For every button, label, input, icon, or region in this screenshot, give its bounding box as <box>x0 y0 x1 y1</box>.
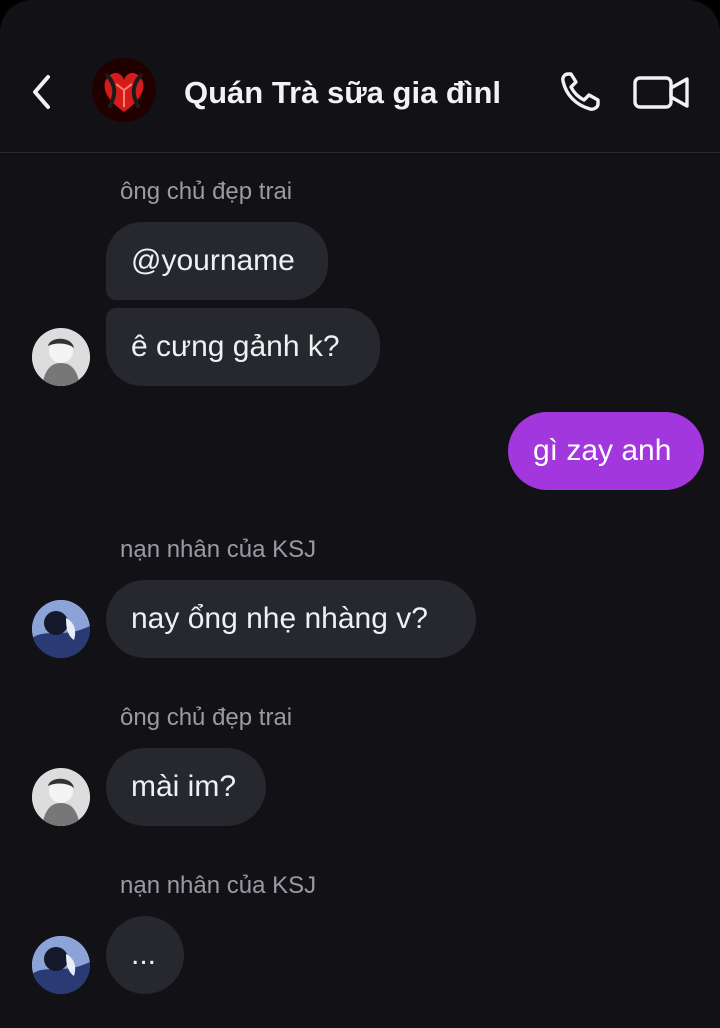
message-text: @yourname <box>131 244 295 277</box>
video-call-icon[interactable] <box>632 72 690 112</box>
message-text: mài im? <box>131 770 237 803</box>
group-avatar[interactable] <box>92 58 156 122</box>
contact-avatar[interactable] <box>32 936 90 994</box>
phone-icon[interactable] <box>556 68 604 116</box>
message-bubble[interactable]: gì zay anh <box>508 412 704 490</box>
message-text: ê cưng gảnh k? <box>131 330 340 363</box>
contact-avatar[interactable] <box>32 768 90 826</box>
message-text: gì zay anh <box>533 434 672 467</box>
chat-screen: Quán Trà sữa gia đìnl ông chủ đẹp trai @… <box>0 0 720 1028</box>
message-bubble[interactable]: ê cưng gảnh k? <box>106 308 380 386</box>
message-bubble[interactable]: nay ổng nhẹ nhàng v? <box>106 580 476 658</box>
message-bubble[interactable]: mài im? <box>106 748 266 826</box>
message-text: ... <box>131 938 157 971</box>
sender-name: ông chủ đẹp trai <box>120 178 293 205</box>
contact-avatar[interactable] <box>32 328 90 386</box>
message-text: nay ổng nhẹ nhàng v? <box>131 602 428 635</box>
contact-avatar[interactable] <box>32 600 90 658</box>
sender-name: nạn nhân của KSJ <box>120 872 317 899</box>
back-arrow-icon[interactable] <box>26 70 60 114</box>
chat-header: Quán Trà sữa gia đìnl <box>0 0 720 153</box>
chat-title: Quán Trà sữa gia đìnl <box>184 75 502 110</box>
sender-name: ông chủ đẹp trai <box>120 704 293 731</box>
sender-name: nạn nhân của KSJ <box>120 536 317 563</box>
message-bubble[interactable]: ... <box>106 916 184 994</box>
message-bubble[interactable]: @yourname <box>106 222 328 300</box>
